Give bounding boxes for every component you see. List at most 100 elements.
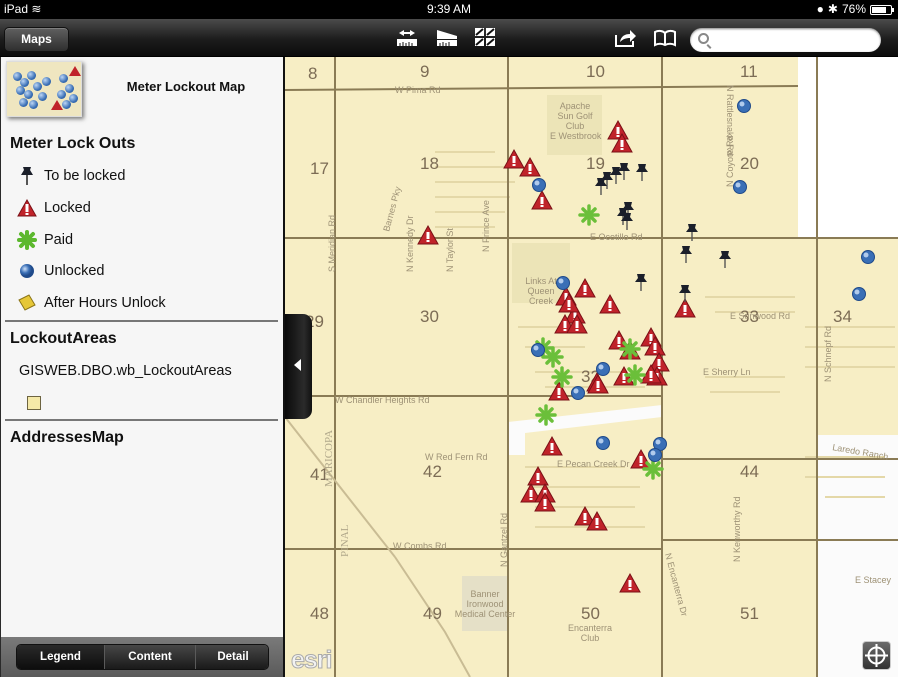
legend-item-after-hours-unlock: After Hours Unlock xyxy=(17,293,166,313)
legend-item-unlocked: Unlocked xyxy=(17,261,104,281)
section-number: 17 xyxy=(310,159,329,178)
basemap-icon[interactable] xyxy=(435,27,459,49)
place-label: Medical Center xyxy=(455,609,516,619)
county-label: MARICOPA xyxy=(323,430,335,487)
divider xyxy=(5,419,278,421)
to-be-locked-marker[interactable] xyxy=(719,251,731,268)
street-label: N Taylor St xyxy=(445,228,455,272)
esri-logo: esri xyxy=(290,646,333,675)
unlocked-marker[interactable] xyxy=(861,250,875,264)
clock: 9:39 AM xyxy=(426,2,472,16)
street-label: N Kenworthy Rd xyxy=(732,496,742,562)
street-label: N Coyote Rd xyxy=(725,135,735,187)
locked-marker[interactable] xyxy=(531,189,553,210)
map-canvas[interactable]: 8 9 10 1117 18 19 2029 303233 3441 42 4448 49 50 51W … xyxy=(285,57,898,677)
locked-marker[interactable] xyxy=(548,380,570,401)
tab-legend[interactable]: Legend xyxy=(17,645,105,669)
section-number: 42 xyxy=(423,462,442,481)
place-label: Apache xyxy=(560,101,591,111)
section-number: 8 xyxy=(308,64,317,83)
section-number: 20 xyxy=(740,154,759,173)
place-label: Banner xyxy=(470,589,499,599)
section-number: 34 xyxy=(833,307,852,326)
street-label: E Sherry Ln xyxy=(703,367,751,377)
street-label: N Prince Ave xyxy=(481,200,491,252)
unlocked-marker[interactable] xyxy=(648,448,662,462)
legend-item-to-be-locked: To be locked xyxy=(17,166,125,186)
gallery-icon[interactable] xyxy=(474,27,498,49)
search-box[interactable] xyxy=(690,28,881,52)
unlocked-marker[interactable] xyxy=(596,436,610,450)
section-number: 11 xyxy=(740,62,758,81)
crosshair-icon xyxy=(865,644,888,667)
paid-marker[interactable] xyxy=(535,404,557,426)
section-number: 19 xyxy=(586,154,605,173)
bluetooth-icon: ✱ xyxy=(827,2,838,16)
paid-marker[interactable] xyxy=(542,346,564,368)
section-title-lockout-areas: LockoutAreas xyxy=(10,330,117,347)
to-be-locked-marker[interactable] xyxy=(680,246,692,263)
place-label: Club xyxy=(581,633,600,643)
paid-marker[interactable] xyxy=(578,204,600,226)
section-title-meter-lock-outs: Meter Lock Outs xyxy=(10,135,136,152)
unlocked-marker[interactable] xyxy=(532,178,546,192)
unlocked-marker[interactable] xyxy=(733,180,747,194)
locked-marker[interactable] xyxy=(619,572,641,593)
to-be-locked-marker[interactable] xyxy=(595,178,607,195)
divider xyxy=(5,320,278,322)
share-icon[interactable] xyxy=(614,27,638,49)
pushpin-icon xyxy=(17,166,37,186)
to-be-locked-marker[interactable] xyxy=(636,164,648,181)
maps-button[interactable]: Maps xyxy=(4,27,69,52)
blue-globe-icon xyxy=(17,261,37,281)
place-label: Encanterra xyxy=(568,623,612,633)
unlocked-marker[interactable] xyxy=(852,287,866,301)
map-view[interactable]: 8 9 10 11 17 18 19 20 29 30 32 33 34 41 42 44 48 49 50 51 W … xyxy=(285,57,898,677)
paid-marker[interactable] xyxy=(642,458,664,480)
locked-marker[interactable] xyxy=(607,119,629,140)
map-title: Meter Lockout Map xyxy=(126,79,246,94)
locked-marker[interactable] xyxy=(574,277,596,298)
tab-content[interactable]: Content xyxy=(105,645,196,669)
place-label: Sun Golf xyxy=(557,111,593,121)
bookmarks-icon[interactable] xyxy=(653,27,677,49)
paid-marker[interactable] xyxy=(619,338,641,360)
locked-marker[interactable] xyxy=(527,465,549,486)
section-number: 50 xyxy=(581,604,600,623)
green-star-icon xyxy=(17,230,37,250)
map-background-white xyxy=(798,57,898,237)
section-number: 51 xyxy=(740,604,759,623)
to-be-locked-marker[interactable] xyxy=(618,163,630,180)
unlocked-marker[interactable] xyxy=(556,276,570,290)
section-number: 10 xyxy=(586,62,605,81)
paid-marker[interactable] xyxy=(624,364,646,386)
locked-marker[interactable] xyxy=(599,293,621,314)
street-label: S Meridian Rd xyxy=(327,215,337,272)
locked-marker[interactable] xyxy=(541,435,563,456)
county-label: PINAL xyxy=(339,524,351,557)
unlocked-marker[interactable] xyxy=(571,386,585,400)
to-be-locked-marker[interactable] xyxy=(679,285,691,302)
locked-marker[interactable] xyxy=(417,224,439,245)
layer-name: GISWEB.DBO.wb_LockoutAreas xyxy=(19,363,232,379)
to-be-locked-marker[interactable] xyxy=(635,274,647,291)
search-input[interactable] xyxy=(714,30,874,50)
collapse-arrow-icon xyxy=(294,359,301,371)
street-label: E Sunwood Rd xyxy=(730,311,790,321)
unlocked-marker[interactable] xyxy=(596,362,610,376)
locate-button[interactable] xyxy=(862,641,891,670)
map-thumbnail[interactable] xyxy=(6,61,82,117)
street-label: N Schnepf Rd xyxy=(823,326,833,382)
collapse-panel-handle[interactable] xyxy=(285,314,312,419)
legend-panel: Meter Lockout Map Meter Lock Outs To be … xyxy=(0,57,284,677)
measure-icon[interactable] xyxy=(396,27,418,49)
alarm-icon: ● xyxy=(816,2,824,16)
street-label: E Stacey xyxy=(855,575,892,585)
unlocked-marker[interactable] xyxy=(531,343,545,357)
unlocked-marker[interactable] xyxy=(737,99,751,113)
place-label: Club xyxy=(566,121,585,131)
tab-detail[interactable]: Detail xyxy=(196,645,268,669)
paid-marker[interactable] xyxy=(551,366,573,388)
street-label: N Encanterra Dr xyxy=(663,552,689,617)
battery-percent: 76% xyxy=(841,2,866,16)
